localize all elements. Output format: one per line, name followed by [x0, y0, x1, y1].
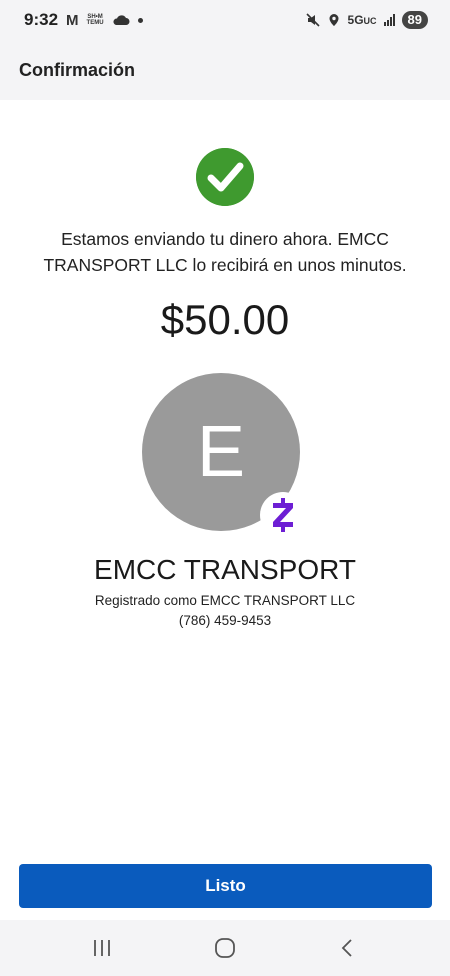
battery-badge: 89: [401, 11, 428, 29]
status-right: 5GUC 89: [305, 11, 428, 29]
temu-label-bottom: TEMU: [86, 20, 104, 26]
zelle-badge: [260, 492, 306, 538]
zelle-icon: [273, 498, 293, 532]
check-circle-icon: [196, 148, 254, 206]
mute-icon: [305, 13, 320, 27]
network-indicator: 5GUC: [348, 13, 377, 27]
status-time: 9:32: [24, 10, 59, 29]
registered-as-text: Registrado como EMCC TRANSPORT LLC: [94, 593, 356, 608]
recipient-name: EMCC TRANSPORT: [94, 554, 356, 585]
confirmation-message: Estamos enviando tu dinero ahora. EMCC T…: [43, 229, 407, 275]
navigation-bar: [0, 920, 450, 976]
network-type: 5G: [347, 13, 364, 27]
temu-icon: SH•M TEMU: [87, 14, 104, 26]
location-icon: [329, 14, 339, 26]
cloud-icon: [113, 15, 130, 25]
recipient-phone: (786) 459-9453: [178, 613, 272, 628]
notification-dot-icon: [137, 17, 143, 23]
app-header: Confirmación: [0, 40, 450, 100]
back-button[interactable]: [328, 928, 368, 968]
done-button[interactable]: Listo: [19, 864, 432, 908]
network-sub: UC: [363, 16, 377, 26]
page-title: Confirmación: [19, 59, 136, 80]
recents-icon: [93, 940, 110, 956]
recents-button[interactable]: [82, 928, 122, 968]
amount: $50.00: [160, 296, 290, 343]
home-button[interactable]: [205, 928, 245, 968]
avatar-initial: E: [196, 412, 246, 492]
status-left: 9:32 M SH•M TEMU: [24, 10, 143, 30]
signal-icon: [383, 14, 395, 26]
home-icon: [215, 938, 235, 958]
status-bar: 9:32 M SH•M TEMU 5GUC 89: [0, 0, 450, 40]
gmail-icon: M: [66, 11, 79, 29]
back-icon: [342, 939, 352, 957]
